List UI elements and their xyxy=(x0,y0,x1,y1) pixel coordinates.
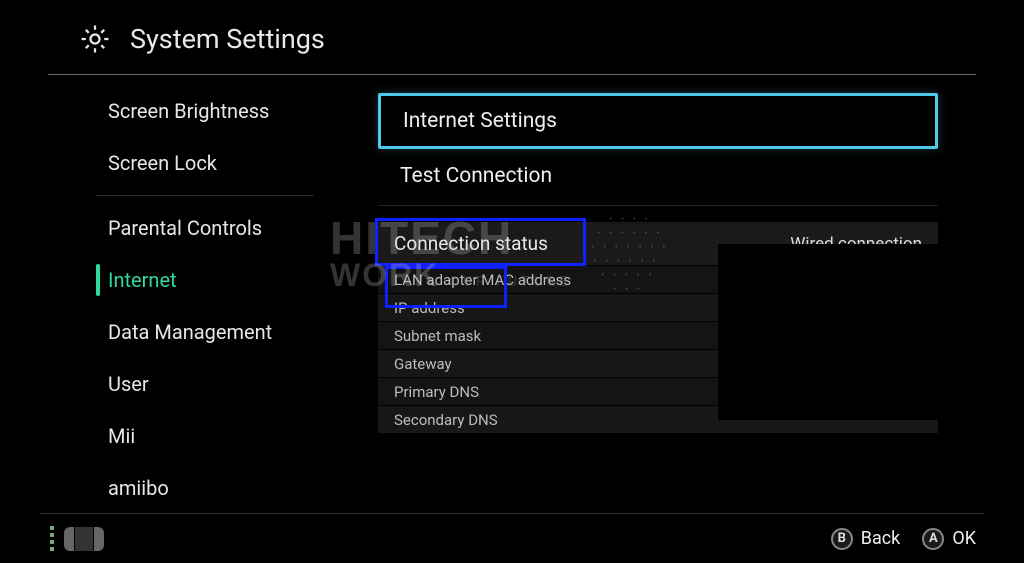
footer: B Back A OK xyxy=(40,513,984,563)
gear-icon xyxy=(78,22,112,56)
censor-overlay xyxy=(718,244,943,420)
b-button-icon: B xyxy=(831,528,853,550)
sidebar-item-amiibo[interactable]: amiibo xyxy=(48,462,338,513)
sidebar-item-screen-brightness[interactable]: Screen Brightness xyxy=(48,85,338,137)
status-row-label: LAN adapter MAC address xyxy=(394,271,571,289)
sidebar-item-mii[interactable]: Mii xyxy=(48,410,338,462)
sidebar-item-label: amiibo xyxy=(108,476,169,500)
sidebar-item-label: Mii xyxy=(108,424,135,448)
sidebar-item-label: Parental Controls xyxy=(108,216,262,240)
internet-settings-label: Internet Settings xyxy=(403,109,557,133)
sidebar-divider xyxy=(96,195,314,196)
status-row-label: Secondary DNS xyxy=(394,411,498,429)
sidebar-item-label: Internet xyxy=(108,268,177,292)
status-row-label: Primary DNS xyxy=(394,383,479,401)
sidebar-item-user[interactable]: User xyxy=(48,358,338,410)
header: System Settings xyxy=(48,8,976,74)
page-title: System Settings xyxy=(130,23,325,55)
ok-button-cue[interactable]: A OK xyxy=(922,528,976,550)
status-row-label: Subnet mask xyxy=(394,327,481,345)
test-connection-label: Test Connection xyxy=(400,164,552,188)
sidebar-item-label: Screen Lock xyxy=(108,151,217,175)
sidebar-item-parental-controls[interactable]: Parental Controls xyxy=(48,202,338,254)
internet-settings-button[interactable]: Internet Settings xyxy=(378,93,938,149)
main-panel: Internet Settings Test Connection Connec… xyxy=(338,75,976,513)
sidebar: Screen Brightness Screen Lock Parental C… xyxy=(48,75,338,513)
sidebar-item-internet[interactable]: Internet xyxy=(48,254,338,306)
ok-label: OK xyxy=(952,528,976,549)
player-indicator-icon xyxy=(50,526,54,551)
sidebar-item-label: Screen Brightness xyxy=(108,99,269,123)
status-row-label: IP address xyxy=(394,299,465,317)
section-divider xyxy=(378,205,938,206)
sidebar-item-label: Data Management xyxy=(108,320,272,344)
back-label: Back xyxy=(861,528,901,549)
connection-status-heading: Connection status xyxy=(394,232,548,255)
back-button-cue[interactable]: B Back xyxy=(831,528,901,550)
controller-icon xyxy=(64,527,104,551)
sidebar-item-data-management[interactable]: Data Management xyxy=(48,306,338,358)
a-button-icon: A xyxy=(922,528,944,550)
test-connection-button[interactable]: Test Connection xyxy=(378,151,938,201)
status-row-label: Gateway xyxy=(394,355,452,373)
sidebar-item-label: User xyxy=(108,372,149,396)
sidebar-item-screen-lock[interactable]: Screen Lock xyxy=(48,137,338,189)
